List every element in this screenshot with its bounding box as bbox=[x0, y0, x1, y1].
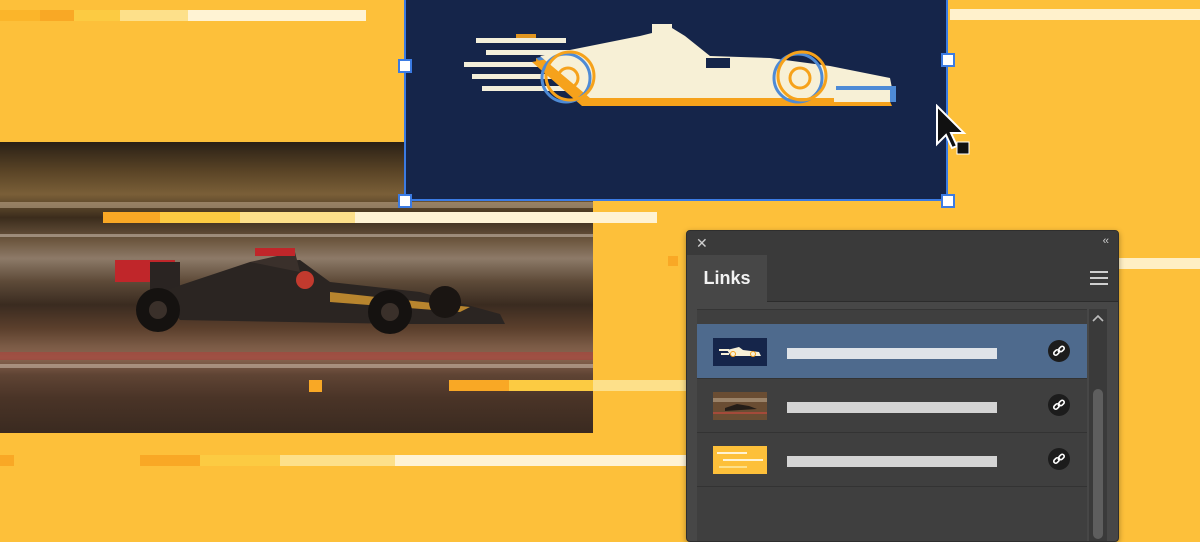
list-item[interactable] bbox=[697, 378, 1087, 433]
link-icon[interactable] bbox=[1048, 394, 1070, 416]
speed-stripe bbox=[449, 380, 509, 391]
panel-title-bar: ✕ ‹‹ bbox=[687, 231, 1118, 255]
speed-stripe bbox=[0, 10, 40, 21]
speed-stripe bbox=[668, 256, 678, 266]
f1-illustration-thumbnail bbox=[713, 338, 767, 366]
selection-handle[interactable] bbox=[941, 194, 955, 208]
links-list bbox=[697, 309, 1087, 541]
speed-stripe bbox=[950, 9, 1200, 20]
scrollbar[interactable] bbox=[1089, 309, 1107, 541]
speed-stripes-thumbnail bbox=[713, 446, 767, 474]
speed-stripe bbox=[355, 212, 657, 223]
link-filename bbox=[787, 456, 997, 467]
scrollbar-thumb[interactable] bbox=[1093, 389, 1103, 539]
list-item[interactable] bbox=[697, 324, 1087, 379]
speed-stripe bbox=[0, 455, 14, 466]
speed-stripe bbox=[40, 10, 74, 21]
speed-stripe bbox=[309, 380, 322, 392]
f1-illustration-art bbox=[464, 24, 896, 106]
speed-stripe bbox=[509, 380, 593, 391]
link-filename bbox=[787, 348, 997, 359]
link-icon[interactable] bbox=[1048, 340, 1070, 362]
chevron-up-icon[interactable] bbox=[1089, 309, 1107, 327]
selection-handle[interactable] bbox=[398, 59, 412, 73]
double-chevron-left-icon[interactable]: ‹‹ bbox=[1103, 235, 1109, 247]
arrow-cursor-icon bbox=[935, 103, 975, 163]
speed-stripe bbox=[74, 10, 120, 21]
speed-stripe bbox=[188, 10, 366, 21]
speed-stripe bbox=[395, 455, 690, 466]
race-photo-thumbnail bbox=[713, 392, 767, 420]
speed-stripe bbox=[280, 455, 395, 466]
f1-illustration-artwork[interactable] bbox=[404, 0, 948, 201]
speed-stripe bbox=[240, 212, 355, 223]
speed-stripe bbox=[593, 380, 693, 391]
tab-links[interactable]: Links bbox=[687, 255, 767, 302]
hamburger-menu-icon[interactable] bbox=[1090, 271, 1108, 285]
speed-stripe bbox=[140, 455, 200, 466]
list-item[interactable] bbox=[697, 432, 1087, 487]
speed-stripe bbox=[200, 455, 280, 466]
speed-stripe bbox=[120, 10, 188, 21]
link-icon[interactable] bbox=[1048, 448, 1070, 470]
panel-tab-strip: Links bbox=[687, 255, 1118, 302]
speed-stripe bbox=[160, 212, 240, 223]
link-filename bbox=[787, 402, 997, 413]
close-icon[interactable]: ✕ bbox=[696, 234, 708, 252]
selection-handle[interactable] bbox=[398, 194, 412, 208]
links-panel: ✕ ‹‹ Links bbox=[686, 230, 1119, 542]
selection-handle[interactable] bbox=[941, 53, 955, 67]
speed-stripe bbox=[103, 212, 160, 223]
